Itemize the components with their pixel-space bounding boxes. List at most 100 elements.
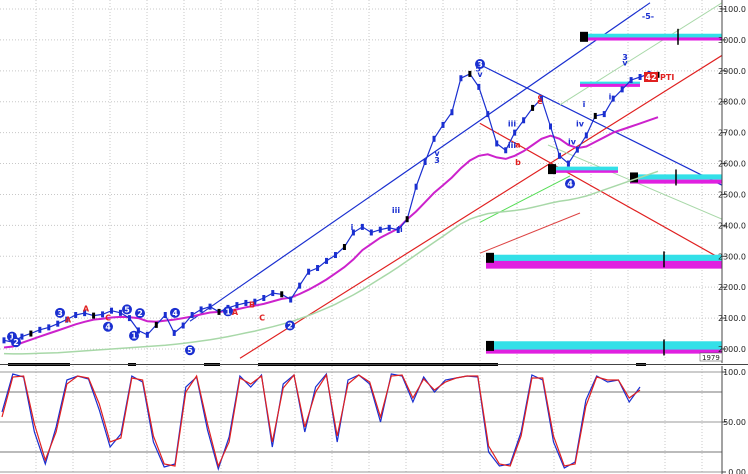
price-tick-label: 2200.0 <box>718 283 746 292</box>
price-point <box>495 140 499 147</box>
price-tick-label: 2500.0 <box>718 190 746 199</box>
price-point <box>199 306 203 313</box>
price-tick-label: 2800.0 <box>718 98 746 107</box>
wave-label: b <box>515 158 521 167</box>
wave-label: ii <box>397 225 403 234</box>
price-point <box>584 132 588 139</box>
price-point <box>298 282 302 289</box>
price-point <box>92 312 96 319</box>
price-point <box>450 109 454 116</box>
zone-anchor-block <box>486 340 494 351</box>
price-point <box>575 146 579 153</box>
price-point <box>620 86 624 93</box>
price-point <box>217 308 221 315</box>
price-point <box>611 95 615 102</box>
wave-label: C <box>105 314 111 323</box>
price-point <box>172 329 176 336</box>
wave-label: i <box>351 223 354 232</box>
wave-marker-label: 4 <box>105 323 111 332</box>
price-point <box>289 296 293 303</box>
price-tick-label: 2000.0 <box>718 345 746 354</box>
price-point <box>271 290 275 297</box>
wave-label: A <box>232 308 239 317</box>
wave-marker-label: 1 <box>131 332 137 341</box>
zone-2580-magenta <box>548 170 618 173</box>
price-point <box>629 77 633 84</box>
price-point <box>38 326 42 333</box>
price-point <box>244 299 248 306</box>
price-tick-label: 2600.0 <box>718 160 746 169</box>
osc-tick-label: 50.00 <box>723 418 746 427</box>
price-point <box>20 333 24 340</box>
price-point <box>333 252 337 259</box>
price-point <box>369 229 373 236</box>
price-point <box>190 312 194 318</box>
last-price-badge: 42 PTI <box>644 72 674 82</box>
zone-2860-magenta <box>580 83 640 87</box>
price-point <box>432 135 436 142</box>
wave-label: i <box>583 100 586 109</box>
osc-tick-label: 100.0 <box>723 368 746 377</box>
price-point <box>387 224 391 231</box>
price-tick-label: 2900.0 <box>718 67 746 76</box>
price-point <box>602 111 606 118</box>
price-axis-marker: 1979 <box>699 352 723 362</box>
price-point <box>566 160 570 167</box>
price-point <box>316 265 320 272</box>
price-point <box>423 159 427 165</box>
price-point <box>593 112 597 119</box>
price-point <box>557 152 561 159</box>
price-point <box>208 303 212 310</box>
price-tick-label: 2300.0 <box>718 252 746 261</box>
wave-label: v <box>622 58 628 67</box>
wave-label: i <box>609 92 612 101</box>
price-point <box>486 111 490 118</box>
wave-label: v <box>477 70 483 79</box>
badge-42: 42 <box>645 73 656 82</box>
price-point <box>163 312 167 318</box>
zone-anchor-block <box>580 31 588 42</box>
price-tick-label: 3000.0 <box>718 36 746 45</box>
wave-label: iii <box>508 119 516 128</box>
wave-label: C <box>259 313 265 322</box>
badge-pti: PTI <box>660 73 674 82</box>
wave-label: B <box>249 300 255 309</box>
low-marker-text: 1979 <box>702 354 720 362</box>
price-point <box>154 321 158 328</box>
wave-marker-label: 2 <box>287 322 293 331</box>
zone-2000-cyan <box>486 341 722 351</box>
price-point <box>468 70 472 77</box>
price-point <box>280 291 284 298</box>
zone-2000-magenta <box>486 349 722 354</box>
wave-marker-label: 1 <box>225 307 231 316</box>
price-point <box>181 322 185 329</box>
price-point <box>145 331 149 338</box>
price-point <box>325 257 329 264</box>
price-point <box>414 183 418 190</box>
wave-label: iv <box>568 137 577 146</box>
price-point <box>522 117 526 124</box>
wave-label: a <box>515 140 520 149</box>
price-point <box>548 123 552 130</box>
zone-anchor-block <box>548 164 556 175</box>
price-point <box>477 83 481 90</box>
price-point <box>638 74 642 80</box>
price-tick-label: 3100.0 <box>718 5 746 14</box>
osc-tick-label: 0.00 <box>728 468 746 474</box>
wave-label: v <box>434 149 440 158</box>
price-point <box>405 216 409 223</box>
price-point <box>56 320 60 327</box>
wave-label: -5- <box>642 12 654 21</box>
price-point <box>127 315 131 322</box>
wave-label: e <box>537 97 543 106</box>
wave-marker-label: 5 <box>124 305 130 314</box>
wave-marker-label: 5 <box>187 346 193 355</box>
zone-anchor-block <box>486 252 494 263</box>
price-tick-label: 2700.0 <box>718 129 746 138</box>
wave-label: A <box>83 304 90 313</box>
wave-marker-label: 2 <box>137 309 143 318</box>
chart-canvas: 12345 21451234AA CABC3v5viiiiii abceiiiiiiv… <box>0 0 748 474</box>
price-point <box>378 226 382 233</box>
wave-marker-label: 4 <box>567 180 573 189</box>
price-point <box>74 312 78 318</box>
